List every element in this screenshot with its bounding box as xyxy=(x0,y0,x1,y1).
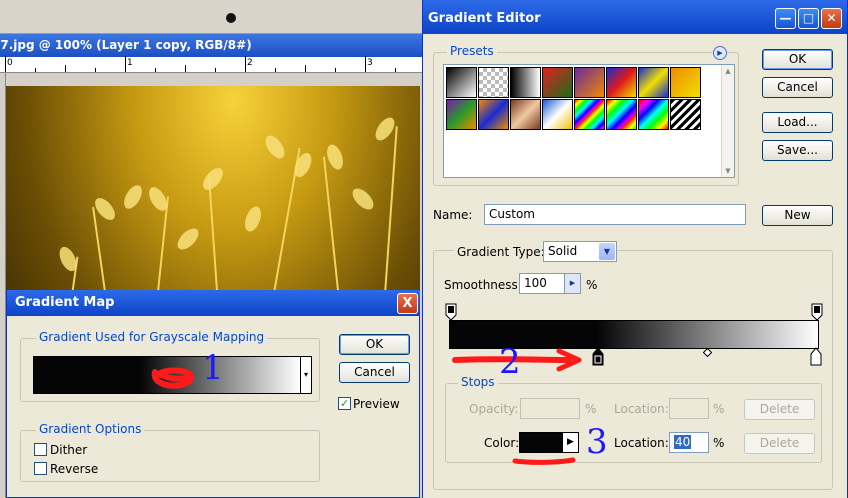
opacity-label: Opacity: xyxy=(469,402,519,416)
preview-checkbox[interactable]: ✓ xyxy=(338,397,351,410)
gradient-dropdown-button[interactable]: ▾ xyxy=(300,356,312,394)
preset-swatch[interactable] xyxy=(542,67,573,98)
opacity-stop-right[interactable] xyxy=(811,303,823,321)
opacity-input[interactable] xyxy=(520,398,580,419)
ruler-number: 2 xyxy=(247,58,253,68)
location-value: 40 xyxy=(674,435,692,449)
presets-label: Presets xyxy=(447,44,497,58)
gradient-options-label: Gradient Options xyxy=(36,422,145,436)
new-button[interactable]: New xyxy=(762,205,833,226)
color-stop-selected[interactable] xyxy=(592,347,604,366)
smoothness-slider-icon[interactable]: ▶ xyxy=(564,274,580,293)
midpoint-diamond[interactable] xyxy=(703,348,712,357)
annotation-underline xyxy=(512,457,576,465)
ruler-number: 3 xyxy=(367,58,373,68)
ok-button[interactable]: OK xyxy=(339,334,410,355)
grip-dot xyxy=(226,13,236,23)
preset-swatch[interactable] xyxy=(478,67,509,98)
delete-color-button[interactable]: Delete xyxy=(744,433,815,454)
gradient-map-dialog: Gradient Map X Gradient Used for Graysca… xyxy=(6,290,420,498)
horizontal-ruler: 0 1 2 3 xyxy=(0,56,422,73)
preset-swatch[interactable] xyxy=(670,67,701,98)
gradient-type-label: Gradient Type: xyxy=(454,245,548,259)
options-bar xyxy=(0,0,422,34)
preset-swatch[interactable] xyxy=(446,67,477,98)
name-input[interactable]: Custom xyxy=(484,204,746,225)
dither-checkbox[interactable] xyxy=(34,443,47,456)
preset-swatch[interactable] xyxy=(510,99,541,130)
close-icon[interactable]: X xyxy=(397,293,418,314)
opacity-percent: % xyxy=(585,402,597,416)
gradient-editor-dialog: Gradient Editor — □ ✕ Presets ▶ ▲ ▼ OK C… xyxy=(422,0,848,498)
delete-opacity-button[interactable]: Delete xyxy=(744,399,815,420)
chevron-down-icon[interactable]: ▼ xyxy=(599,243,615,260)
preset-swatch[interactable] xyxy=(478,99,509,130)
preset-swatch[interactable] xyxy=(638,99,669,130)
gradient-type-value: Solid xyxy=(548,244,578,258)
location-top-percent: % xyxy=(713,402,725,416)
location-percent: % xyxy=(713,436,725,450)
preset-swatch[interactable] xyxy=(542,99,573,130)
annotation-number-3: 3 xyxy=(586,422,608,462)
document-title[interactable]: 77.jpg @ 100% (Layer 1 copy, RGB/8#) xyxy=(0,34,422,57)
preset-swatch[interactable] xyxy=(606,67,637,98)
opacity-stop-left[interactable] xyxy=(445,303,457,321)
smoothness-input[interactable]: 100 ▶ xyxy=(519,273,581,294)
location-top-input[interactable] xyxy=(669,398,709,419)
maximize-icon[interactable]: □ xyxy=(798,8,819,29)
reverse-label: Reverse xyxy=(50,462,99,476)
preset-swatch[interactable] xyxy=(574,67,605,98)
gradient-map-title[interactable]: Gradient Map xyxy=(7,290,420,316)
editor-ok-button[interactable]: OK xyxy=(762,49,833,70)
name-label: Name: xyxy=(433,208,473,222)
color-label: Color: xyxy=(484,436,520,450)
preview-label: Preview xyxy=(353,397,400,411)
annotation-number-2: 2 xyxy=(499,342,521,382)
preset-swatch[interactable] xyxy=(606,99,637,130)
stops-label: Stops xyxy=(458,375,498,389)
load-button[interactable]: Load... xyxy=(762,112,833,133)
dither-label: Dither xyxy=(50,443,88,457)
color-menu-arrow-icon[interactable]: ▶ xyxy=(562,433,578,452)
editor-cancel-button[interactable]: Cancel xyxy=(762,77,833,98)
preset-swatch[interactable] xyxy=(670,99,701,130)
presets-menu-icon[interactable]: ▶ xyxy=(713,46,727,60)
annotation-number-1: 1 xyxy=(202,348,224,388)
color-stop-right[interactable] xyxy=(810,347,822,366)
location-input[interactable]: 40 xyxy=(669,432,709,453)
preset-swatch[interactable] xyxy=(510,67,541,98)
smoothness-label: Smoothness: xyxy=(444,278,522,292)
smoothness-percent: % xyxy=(586,278,598,292)
ruler-number: 1 xyxy=(127,58,133,68)
close-icon[interactable]: ✕ xyxy=(821,8,842,29)
cancel-button[interactable]: Cancel xyxy=(339,362,410,383)
preset-swatch[interactable] xyxy=(638,67,669,98)
preset-swatch[interactable] xyxy=(446,99,477,130)
location-top-label: Location: xyxy=(614,402,669,416)
preset-swatch[interactable] xyxy=(574,99,605,130)
minimize-icon[interactable]: — xyxy=(775,8,796,29)
gradient-used-label: Gradient Used for Grayscale Mapping xyxy=(36,330,268,344)
reverse-checkbox[interactable] xyxy=(34,462,47,475)
save-button[interactable]: Save... xyxy=(762,140,833,161)
location-label: Location: xyxy=(614,436,669,450)
ruler-number: 0 xyxy=(7,58,13,68)
presets-scrollbar[interactable]: ▲ ▼ xyxy=(721,65,734,177)
smoothness-value: 100 xyxy=(524,276,547,290)
annotation-scribble xyxy=(151,367,194,389)
gradient-type-select[interactable]: Solid ▼ xyxy=(543,241,617,262)
